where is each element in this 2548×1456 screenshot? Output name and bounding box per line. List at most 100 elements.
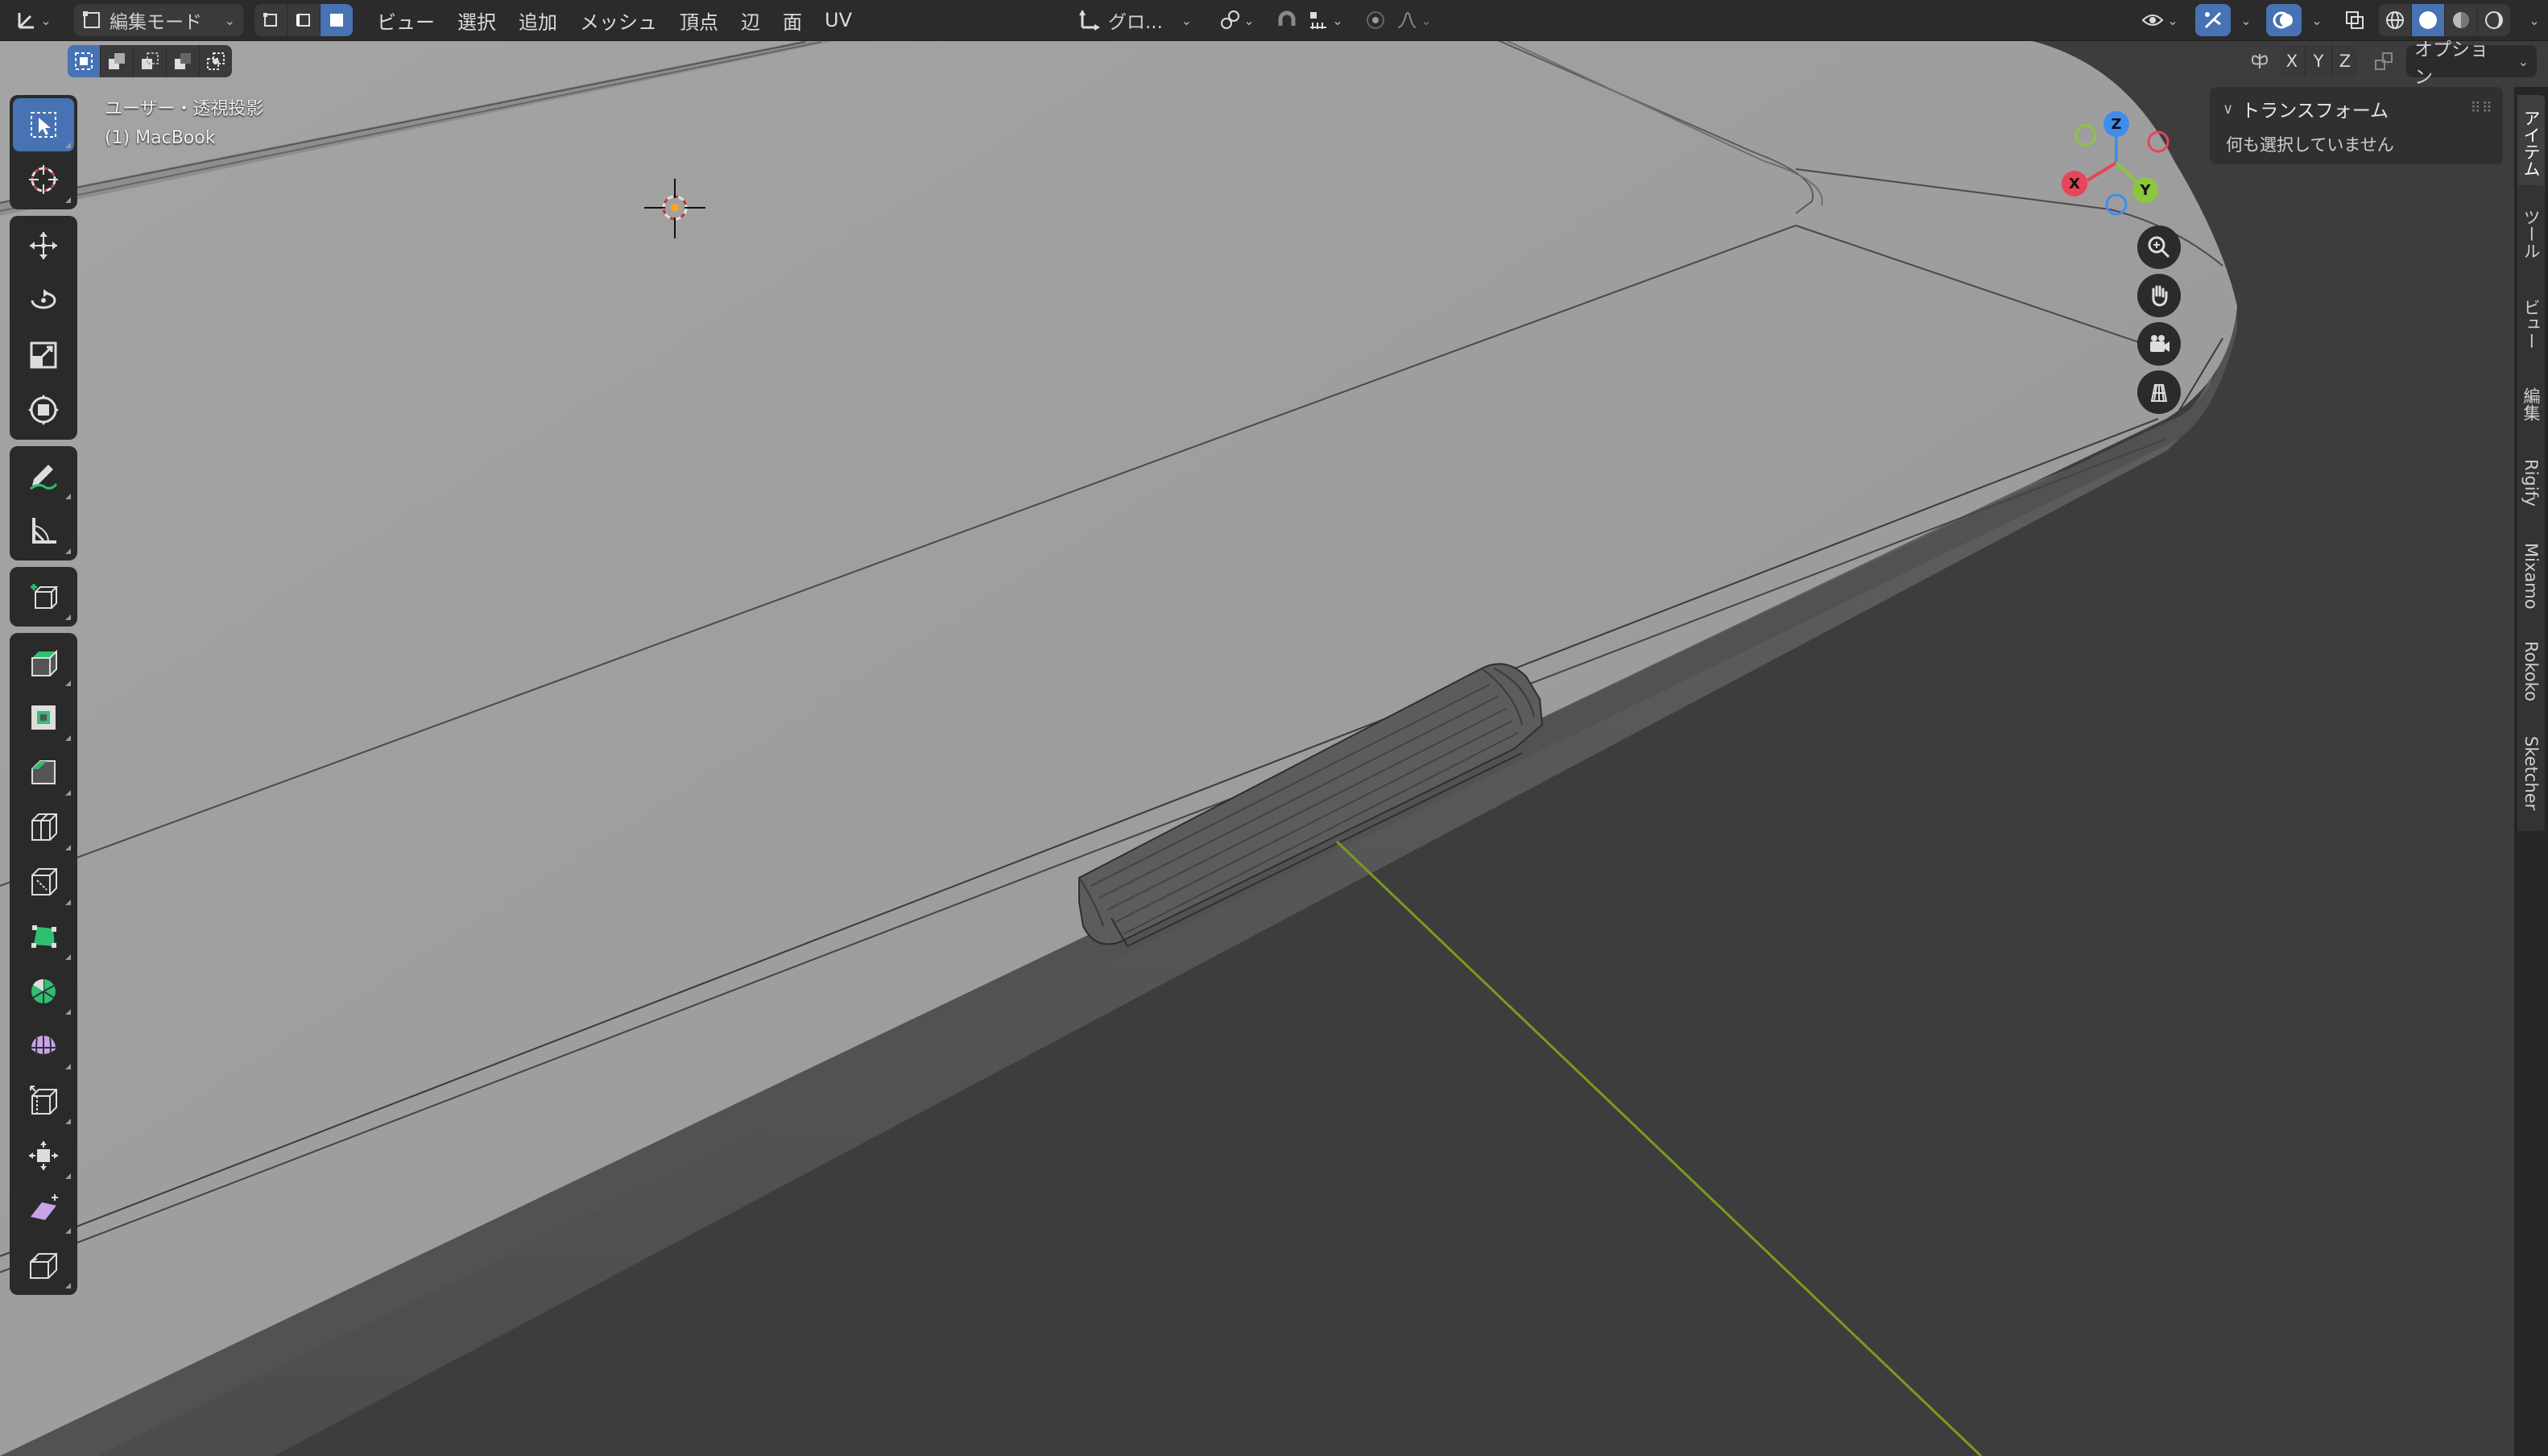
camera-view-button[interactable] (2137, 322, 2181, 366)
tool-shelf (10, 95, 77, 1301)
zoom-button[interactable] (2137, 225, 2181, 269)
menu-uv[interactable]: UV (813, 4, 863, 36)
material-shading-button[interactable] (2445, 4, 2478, 36)
tool-bevel[interactable] (13, 746, 74, 799)
perspective-toggle-button[interactable] (2137, 370, 2181, 414)
overlay-toggle[interactable] (2266, 4, 2302, 36)
menu-select[interactable]: 選択 (446, 4, 507, 36)
visibility-dropdown[interactable]: ⌄ (2136, 4, 2184, 36)
mode-label: 編集モード (110, 12, 202, 33)
mirror-x-toggle[interactable]: X (2279, 45, 2306, 77)
editor-type-button[interactable]: ⌄ (10, 4, 58, 36)
transform-tool-group (10, 216, 77, 440)
tool-loop-cut[interactable] (13, 800, 74, 854)
falloff-curve-icon (1398, 12, 1417, 28)
select-intersect-button[interactable] (200, 45, 232, 77)
tool-rip[interactable] (13, 1239, 74, 1292)
camera-icon (2150, 335, 2170, 352)
menu-view[interactable]: ビュー (366, 4, 446, 36)
menu-edge[interactable]: 辺 (730, 4, 771, 36)
tab-rokoko[interactable]: Rokoko (2517, 622, 2545, 722)
auto-merge-toggle[interactable] (2364, 45, 2403, 77)
pivot-point-dropdown[interactable]: ⌄ (1214, 4, 1260, 36)
gizmo-toggle[interactable] (2195, 4, 2231, 36)
options-dropdown[interactable]: オプション ⌄ (2406, 39, 2537, 88)
snap-target-dropdown[interactable]: ⌄ (1303, 4, 1348, 36)
gizmo-dropdown[interactable]: ⌄ (2232, 4, 2256, 36)
eye-icon (2141, 14, 2164, 26)
select-subtract-button[interactable] (134, 45, 167, 77)
select-new-icon (75, 52, 93, 70)
menu-add[interactable]: 追加 (507, 4, 569, 36)
3d-viewport[interactable]: ユーザー・透視投影 (1) MacBook Z X Y ∨ トランスフォーム ⠿… (0, 0, 2548, 1456)
box-select-mode-group (68, 45, 232, 77)
tool-select-box[interactable] (13, 98, 74, 151)
rendered-shading-button[interactable] (2478, 4, 2510, 36)
solid-shading-button[interactable] (2412, 4, 2445, 36)
tool-smooth[interactable] (13, 1020, 74, 1073)
panel-header[interactable]: ∨ トランスフォーム (2223, 95, 2389, 122)
mode-dropdown[interactable]: 編集モード ⌄ (74, 4, 243, 36)
tool-extrude[interactable] (13, 636, 74, 689)
snap-toggle[interactable] (1271, 4, 1303, 36)
tab-sketcher[interactable]: Sketcher (2517, 715, 2545, 831)
xray-toggle[interactable] (2337, 4, 2372, 36)
tool-measure[interactable] (13, 504, 74, 557)
measure-icon (32, 518, 56, 544)
transform-orientation-dropdown[interactable]: グロ... ⌄ (1071, 4, 1200, 36)
auto-merge-icon (2375, 52, 2393, 70)
pan-button[interactable] (2137, 274, 2181, 317)
menu-mesh[interactable]: メッシュ (569, 4, 668, 36)
edge-icon (296, 14, 310, 27)
tool-spin[interactable] (13, 965, 74, 1018)
smooth-icon (31, 1036, 56, 1057)
tool-scale[interactable] (13, 329, 74, 382)
tab-rigify[interactable]: Rigify (2517, 436, 2545, 530)
tool-add-cube[interactable] (13, 570, 74, 623)
falloff-dropdown[interactable]: ⌄ (1392, 4, 1437, 36)
mirror-options-button[interactable] (2244, 45, 2276, 77)
sidebar-tabs: アイテム ツール ビュー 編集 Rigify Mixamo Rokoko Ske… (2514, 87, 2548, 1456)
mirror-z-toggle[interactable]: Z (2332, 45, 2358, 77)
face-select-button[interactable] (321, 4, 353, 36)
tool-move[interactable] (13, 219, 74, 272)
loop-cut-icon (31, 813, 57, 841)
edge-select-button[interactable] (287, 4, 321, 36)
tool-shrink-fatten[interactable] (13, 1129, 74, 1182)
tool-rotate[interactable] (13, 274, 74, 327)
rotate-icon (31, 289, 56, 309)
tool-poly-build[interactable] (13, 910, 74, 963)
axis-gizmo[interactable]: Z X Y (2052, 106, 2181, 219)
tool-edge-slide[interactable] (13, 1074, 74, 1127)
menu-face[interactable]: 面 (771, 4, 813, 36)
annotate-tool-group (10, 446, 77, 560)
select-invert-button[interactable] (167, 45, 200, 77)
shading-group (2379, 4, 2510, 36)
tab-item[interactable]: アイテム (2517, 95, 2545, 192)
shading-dropdown[interactable]: ⌄ (2521, 4, 2545, 36)
select-extend-button[interactable] (101, 45, 134, 77)
tool-cursor[interactable] (13, 153, 74, 206)
axis-editor-icon (18, 13, 35, 29)
tab-view[interactable]: ビュー (2517, 275, 2545, 372)
orientation-icon (1079, 10, 1100, 31)
vertex-select-button[interactable] (254, 4, 287, 36)
tab-mixamo[interactable]: Mixamo (2517, 523, 2545, 628)
select-intersect-icon (207, 52, 225, 70)
mirror-y-toggle[interactable]: Y (2306, 45, 2332, 77)
proportional-edit-toggle[interactable] (1359, 4, 1392, 36)
menu-vertex[interactable]: 頂点 (668, 4, 730, 36)
tool-knife[interactable] (13, 855, 74, 908)
tab-tool[interactable]: ツール (2517, 185, 2545, 282)
tool-shear[interactable] (13, 1184, 74, 1237)
drag-handle-icon[interactable]: ⠿⠿ (2471, 100, 2493, 117)
overlay-dropdown[interactable]: ⌄ (2303, 4, 2327, 36)
tab-edit[interactable]: 編集 (2517, 366, 2545, 443)
edit-tool-group (10, 633, 77, 1295)
tool-annotate[interactable] (13, 449, 74, 503)
move-icon (30, 232, 57, 259)
tool-transform[interactable] (13, 383, 74, 436)
wireframe-shading-button[interactable] (2379, 4, 2412, 36)
select-new-button[interactable] (68, 45, 101, 77)
tool-inset[interactable] (13, 691, 74, 744)
